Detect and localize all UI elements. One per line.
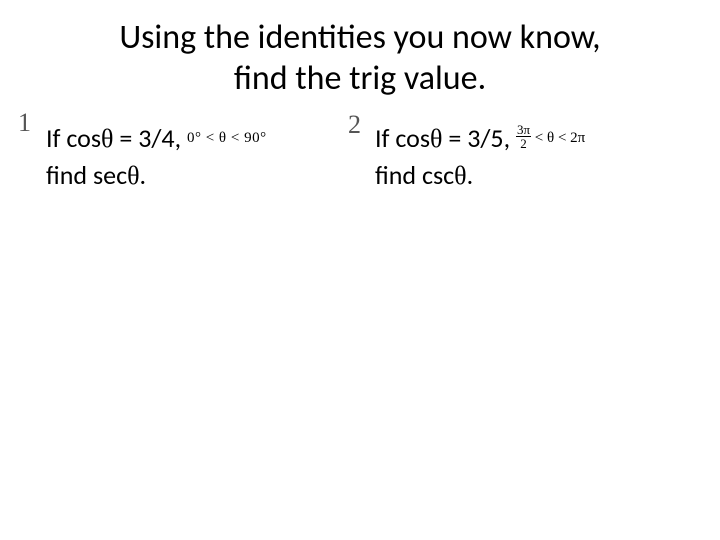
p1-condition: 0° < θ < 90° bbox=[187, 128, 267, 149]
p1-equals: = 3/4, bbox=[114, 122, 187, 154]
p2-equals: = 3/5, bbox=[443, 122, 516, 154]
problem-number-2: 2 bbox=[348, 110, 361, 140]
theta-symbol: θ bbox=[454, 161, 466, 190]
frac-top: 3π bbox=[516, 123, 531, 137]
p2-condition: 3π2 < θ < 2π bbox=[516, 125, 585, 152]
problem-number-1: 1 bbox=[18, 108, 31, 138]
p2-period: . bbox=[467, 159, 474, 191]
p2-if-cos: If cos bbox=[375, 122, 430, 154]
p1-period: . bbox=[140, 159, 147, 191]
fraction-3pi-over-2: 3π2 bbox=[516, 123, 531, 150]
frac-bot: 2 bbox=[516, 137, 531, 150]
slide-title: Using the identities you now know, find … bbox=[0, 0, 720, 100]
p1-find-sec: find sec bbox=[46, 159, 127, 191]
p2-cond-rest: < θ < 2π bbox=[531, 130, 585, 146]
problem-2: If cosθ = 3/5, 3π2 < θ < 2π find cscθ. bbox=[375, 120, 695, 195]
title-line-2: find the trig value. bbox=[234, 58, 486, 99]
theta-symbol: θ bbox=[127, 161, 139, 190]
theta-symbol: θ bbox=[430, 124, 442, 153]
p1-if-cos: If cos bbox=[46, 122, 101, 154]
theta-symbol: θ bbox=[101, 124, 113, 153]
problem-1: If cosθ = 3/4, 0° < θ < 90° find secθ. bbox=[46, 120, 346, 195]
title-line-1: Using the identities you now know, bbox=[119, 17, 600, 58]
p2-find-csc: find csc bbox=[375, 159, 454, 191]
